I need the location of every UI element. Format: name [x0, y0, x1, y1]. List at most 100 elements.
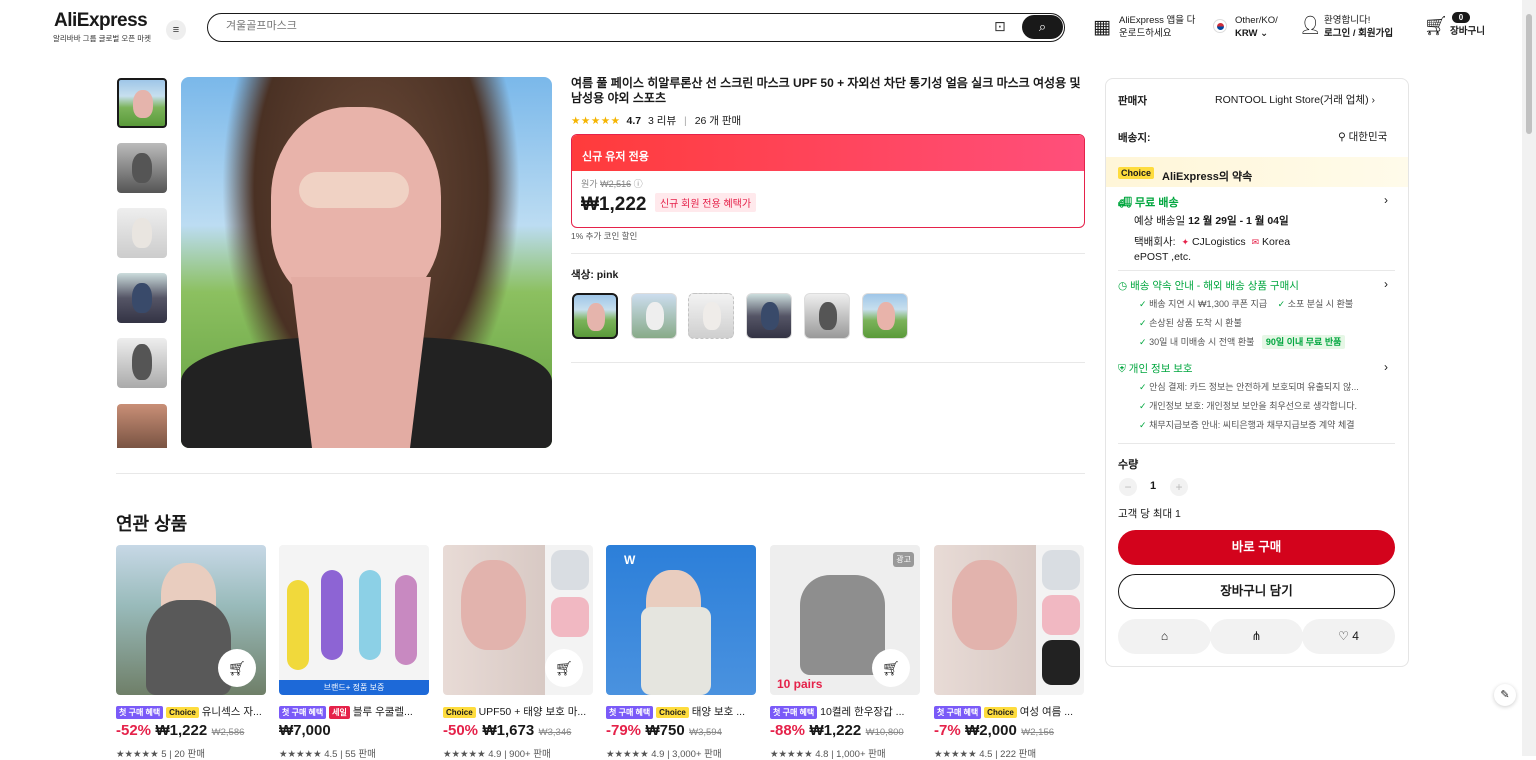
clock-icon: ◷	[1118, 280, 1128, 292]
location-pin-icon: ⚲	[1338, 131, 1346, 143]
original-price: ₩2,516	[600, 179, 632, 189]
chevron-down-icon: ⌄	[1260, 28, 1269, 39]
share-icon: ⋔	[1251, 629, 1262, 643]
region-line-1: Other/KO/	[1235, 15, 1278, 26]
info-icon[interactable]: ⓘ	[634, 179, 643, 189]
coin-discount-note: 1% 추가 코인 할인	[571, 231, 638, 241]
store-button[interactable]: ⌂	[1118, 619, 1211, 654]
product-card-image[interactable]: 브랜드+ 정품 보증	[279, 545, 429, 695]
login-signup-link[interactable]: 로그인 / 회원가입	[1324, 27, 1393, 40]
divider	[116, 473, 1085, 474]
variant-pink[interactable]	[572, 293, 618, 339]
sold-count: 26 개 판매	[694, 115, 742, 127]
current-price: ₩1,222	[581, 194, 647, 215]
feedback-pencil-icon[interactable]: ✎	[1494, 684, 1516, 706]
product-card-price: -79% ₩750 ₩3,594	[606, 722, 722, 739]
product-card-image[interactable]: 🛒︎	[443, 545, 593, 695]
free-shipping-label: 무료 배송	[1135, 197, 1179, 209]
aliexpress-logo[interactable]: AliExpress	[54, 10, 148, 32]
image-search-icon[interactable]: ⊡	[994, 18, 1006, 35]
thumbnail-5[interactable]	[117, 338, 167, 388]
chevron-right-icon[interactable]: ›	[1384, 277, 1388, 291]
user-icon[interactable]: 👤︎	[1299, 15, 1322, 36]
quantity-label: 수량	[1118, 459, 1139, 471]
seller-store-link[interactable]: RONTOOL Light Store(거래 업체) ›	[1215, 92, 1375, 107]
thumbnail-6[interactable]	[117, 404, 167, 448]
privacy-info: 개인정보 보호: 개인정보 보안을 최우선으로 생각합니다.	[1149, 401, 1358, 411]
region-selector[interactable]: Other/KO/ KRW ⌄	[1235, 14, 1278, 40]
thumbnail-1[interactable]	[117, 78, 167, 128]
price-tag: 신규 회원 전용 혜택가	[654, 193, 757, 212]
privacy-item-1: ✓ 안심 결제: 카드 정보는 안전하게 보호되며 유출되지 않...	[1139, 380, 1359, 393]
quantity-value[interactable]: 1	[1150, 480, 1156, 492]
add-to-cart-icon[interactable]: 🛒︎	[545, 649, 583, 687]
check-icon: ✓	[1139, 299, 1147, 309]
privacy-row[interactable]: ⛨ 개인 정보 보호	[1118, 361, 1193, 376]
variant-beige-soldout[interactable]	[688, 293, 734, 339]
cart-label[interactable]: 장바구니	[1450, 25, 1485, 38]
product-card-rating: ★★★★★ 4.9 | 900+ 판매	[443, 749, 551, 760]
privacy-payment: 안심 결제: 카드 정보는 안전하게 보호되며 유출되지 않...	[1149, 382, 1359, 392]
thumbnail-2[interactable]	[117, 143, 167, 193]
buy-now-button[interactable]: 바로 구매	[1118, 530, 1395, 565]
product-card-image[interactable]	[934, 545, 1084, 695]
promise-title: AliExpress의 약속	[1162, 171, 1253, 183]
product-card-image[interactable]: W	[606, 545, 756, 695]
divider	[571, 362, 1085, 363]
delivery-guarantee-row[interactable]: ◷ 배송 약속 안내 - 해외 배송 상품 구매시	[1118, 278, 1299, 293]
product-card-image[interactable]: 🛒︎	[116, 545, 266, 695]
product-card-title[interactable]: 첫 구매 혜택 세일 블루 우쿨렐...	[279, 704, 429, 719]
carrier-korea: Korea	[1262, 236, 1291, 248]
thumbnail-4[interactable]	[117, 273, 167, 323]
search-button[interactable]: ⌕	[1022, 15, 1063, 39]
delivery-estimate: 예상 배송일 12 월 29일 - 1 월 04일	[1134, 213, 1289, 228]
account-line-1: 환영합니다!	[1324, 15, 1371, 26]
product-card-title[interactable]: 첫 구매 혜택 Choice 태양 보호 ...	[606, 704, 756, 719]
product-card-title[interactable]: 첫 구매 혜택 Choice 유니섹스 자...	[116, 704, 266, 719]
scrollbar-thumb[interactable]	[1526, 14, 1532, 134]
chevron-right-icon[interactable]: ›	[1384, 360, 1388, 374]
add-to-cart-icon[interactable]: 🛒︎	[218, 649, 256, 687]
share-button[interactable]: ⋔	[1210, 619, 1303, 654]
app-line-2: 운로드하세요	[1119, 28, 1172, 39]
search-bar: ⊡ ⌕	[207, 13, 1065, 42]
qr-code-icon[interactable]: ▦	[1093, 16, 1111, 39]
variant-navy[interactable]	[746, 293, 792, 339]
product-card-title[interactable]: 첫 구매 혜택 10켤레 한우장갑 ...	[770, 704, 920, 719]
product-card-rating: ★★★★★ 4.9 | 3,000+ 판매	[606, 749, 722, 760]
divider	[571, 253, 1085, 254]
guarantee-items-2: ✓ 손상된 상품 도착 시 환불	[1139, 316, 1242, 329]
wishlist-button[interactable]: ♡ 4	[1302, 619, 1395, 654]
thumbnail-3[interactable]	[117, 208, 167, 258]
menu-icon[interactable]: ≡	[166, 20, 186, 40]
quantity-plus-button[interactable]: +	[1170, 478, 1188, 496]
cart-count-badge: 0	[1452, 12, 1470, 23]
product-card-title[interactable]: Choice UPF50 + 태양 보호 마...	[443, 704, 593, 719]
add-to-cart-icon[interactable]: 🛒︎	[872, 649, 910, 687]
account-link[interactable]: 환영합니다! 로그인 / 회원가입	[1324, 14, 1393, 40]
search-input[interactable]	[226, 20, 966, 32]
product-card-title[interactable]: 첫 구매 혜택 Choice 여성 여름 ...	[934, 704, 1084, 719]
quantity-minus-button[interactable]: −	[1119, 478, 1137, 496]
neck-cover-shape	[291, 277, 431, 448]
promo-header: 신규 유저 전용	[572, 135, 1084, 171]
privacy-bank: 채무지급보증 안내: 씨티은행과 채무지급보증 계약 체결	[1149, 420, 1355, 430]
ship-to-selector[interactable]: ⚲ 대한민국	[1338, 129, 1387, 144]
add-to-cart-button[interactable]: 장바구니 담기	[1118, 574, 1395, 609]
free-shipping-row[interactable]: 🚚︎ 무료 배송	[1118, 194, 1179, 210]
variant-white[interactable]	[631, 293, 677, 339]
carrier-prefix: 택배회사:	[1134, 236, 1176, 248]
product-card-image[interactable]: 광고 10 pairs 🛒︎	[770, 545, 920, 695]
variant-grey[interactable]	[804, 293, 850, 339]
chevron-right-icon[interactable]: ›	[1384, 193, 1388, 207]
main-product-image[interactable]	[181, 77, 552, 448]
cart-icon[interactable]: 🛒︎	[1424, 14, 1448, 38]
app-download-link[interactable]: AliExpress 앱을 다 운로드하세요	[1119, 14, 1195, 40]
free-return-badge: 90일 이내 무료 반품	[1261, 335, 1346, 349]
variant-pink-2[interactable]	[862, 293, 908, 339]
carrier-cj: CJLogistics	[1191, 236, 1246, 248]
check-icon: ✓	[1139, 337, 1147, 347]
carrier-row: 택배회사: ✦ CJLogistics ✉ Korea	[1134, 234, 1290, 249]
ship-to-value: 대한민국	[1348, 131, 1388, 143]
review-count-link[interactable]: 3 리뷰	[648, 115, 676, 127]
